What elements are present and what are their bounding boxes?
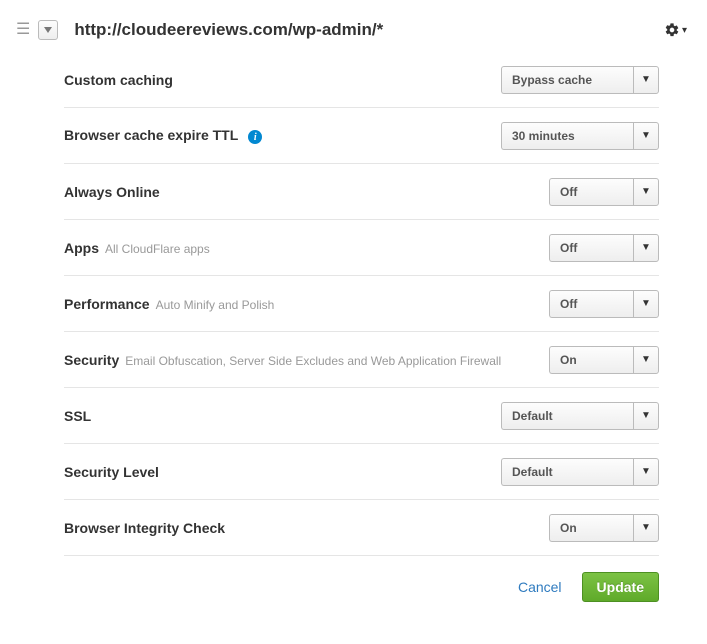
select-value: Off xyxy=(549,290,633,318)
row-sublabel: Email Obfuscation, Server Side Excludes … xyxy=(125,354,501,368)
settings-row: SSL Default▼ xyxy=(64,388,659,444)
row-label: SSL xyxy=(64,408,91,424)
chevron-down-icon: ▼ xyxy=(633,178,659,206)
row-label-cell: Security Email Obfuscation, Server Side E… xyxy=(64,352,549,368)
select-value: Bypass cache xyxy=(501,66,633,94)
select-value: On xyxy=(549,514,633,542)
row-sublabel: Auto Minify and Polish xyxy=(156,298,275,312)
select-value: Off xyxy=(549,234,633,262)
row-select[interactable]: Default▼ xyxy=(501,458,659,486)
row-label-cell: Apps All CloudFlare apps xyxy=(64,240,549,256)
row-label: Apps xyxy=(64,240,99,256)
chevron-down-icon: ▼ xyxy=(633,514,659,542)
settings-row: Apps All CloudFlare apps Off▼ xyxy=(64,220,659,276)
row-label-cell: Browser cache expire TTL i xyxy=(64,127,501,145)
row-label-cell: Performance Auto Minify and Polish xyxy=(64,296,549,312)
select-value: Default xyxy=(501,458,633,486)
row-label: Custom caching xyxy=(64,72,173,88)
settings-row: Security Level Default▼ xyxy=(64,444,659,500)
footer: Cancel Update xyxy=(0,556,707,602)
cancel-button[interactable]: Cancel xyxy=(518,579,562,595)
settings-panel: Custom cachingBypass cache▼Browser cache… xyxy=(0,52,707,556)
row-label-cell: Browser Integrity Check xyxy=(64,520,549,536)
settings-row: Performance Auto Minify and Polish Off▼ xyxy=(64,276,659,332)
header-dropdown[interactable] xyxy=(38,20,58,40)
row-label-cell: Security Level xyxy=(64,464,501,480)
select-value: 30 minutes xyxy=(501,122,633,150)
row-label: Browser Integrity Check xyxy=(64,520,225,536)
chevron-down-icon: ▾ xyxy=(682,25,687,36)
row-label-cell: SSL xyxy=(64,408,501,424)
chevron-down-icon: ▼ xyxy=(633,290,659,318)
row-label: Performance xyxy=(64,296,150,312)
page-url: http://cloudeereviews.com/wp-admin/* xyxy=(74,20,664,40)
row-select[interactable]: Default▼ xyxy=(501,402,659,430)
chevron-down-icon: ▼ xyxy=(633,234,659,262)
row-select[interactable]: Off▼ xyxy=(549,290,659,318)
settings-row: Browser Integrity Check On▼ xyxy=(64,500,659,556)
chevron-down-icon: ▼ xyxy=(633,346,659,374)
settings-row: Custom caching Bypass cache▼ xyxy=(64,52,659,108)
select-value: Off xyxy=(549,178,633,206)
row-sublabel: All CloudFlare apps xyxy=(105,242,210,256)
row-label: Browser cache expire TTL xyxy=(64,127,238,143)
row-label: Security xyxy=(64,352,119,368)
update-button[interactable]: Update xyxy=(582,572,659,602)
info-icon[interactable]: i xyxy=(248,130,262,144)
row-label-cell: Always Online xyxy=(64,184,549,200)
chevron-down-icon: ▼ xyxy=(633,66,659,94)
row-label: Always Online xyxy=(64,184,160,200)
settings-row: Always Online Off▼ xyxy=(64,164,659,220)
row-select[interactable]: Bypass cache▼ xyxy=(501,66,659,94)
chevron-down-icon: ▼ xyxy=(633,122,659,150)
settings-row: Security Email Obfuscation, Server Side E… xyxy=(64,332,659,388)
row-select[interactable]: 30 minutes▼ xyxy=(501,122,659,150)
row-select[interactable]: Off▼ xyxy=(549,234,659,262)
chevron-down-icon: ▼ xyxy=(633,402,659,430)
select-value: Default xyxy=(501,402,633,430)
row-select[interactable]: On▼ xyxy=(549,514,659,542)
gear-menu[interactable]: ▾ xyxy=(664,22,687,38)
gear-icon xyxy=(664,22,680,38)
settings-row: Browser cache expire TTL i 30 minutes▼ xyxy=(64,108,659,164)
row-select[interactable]: On▼ xyxy=(549,346,659,374)
menu-icon[interactable]: ☰ xyxy=(16,22,30,38)
row-label-cell: Custom caching xyxy=(64,72,501,88)
chevron-down-icon: ▼ xyxy=(633,458,659,486)
header: ☰ http://cloudeereviews.com/wp-admin/* ▾ xyxy=(0,0,707,52)
row-select[interactable]: Off▼ xyxy=(549,178,659,206)
select-value: On xyxy=(549,346,633,374)
row-label: Security Level xyxy=(64,464,159,480)
